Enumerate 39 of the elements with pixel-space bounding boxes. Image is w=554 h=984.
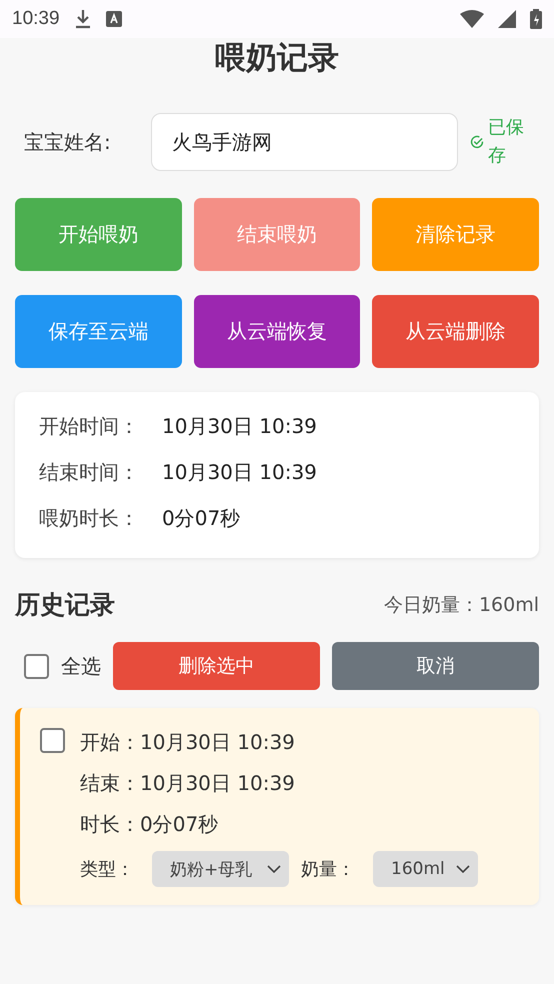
- saved-status: 已保存: [488, 116, 525, 168]
- type-label: 类型：: [80, 858, 135, 881]
- keyboard-icon: [106, 11, 122, 27]
- delete-selected-button[interactable]: 删除选中: [113, 642, 320, 690]
- caret-icon: [456, 865, 470, 873]
- info-value: 10月30日 10:39: [162, 413, 317, 440]
- status-time: 10:39: [12, 8, 60, 30]
- action-button[interactable]: 结束喂奶: [194, 198, 360, 271]
- download-icon: [74, 9, 92, 29]
- record-start: 开始：10月30日 10:39: [80, 729, 296, 756]
- info-label: 开始时间：: [39, 413, 140, 440]
- info-label: 结束时间：: [39, 459, 140, 486]
- action-button[interactable]: 从云端删除: [372, 295, 539, 368]
- action-button[interactable]: 清除记录: [372, 198, 539, 271]
- select-all-checkbox[interactable]: [24, 654, 49, 678]
- record-end: 结束：10月30日 10:39: [80, 770, 296, 797]
- action-button[interactable]: 从云端恢复: [194, 295, 360, 368]
- page-title: 喂奶记录: [214, 39, 340, 78]
- name-input[interactable]: 火鸟手游网: [151, 113, 458, 171]
- info-value: 10月30日 10:39: [162, 459, 317, 486]
- type-select[interactable]: 奶粉+母乳: [152, 851, 289, 887]
- select-all-label: 全选: [61, 652, 101, 680]
- action-button[interactable]: 保存至云端: [15, 295, 182, 368]
- name-label: 宝宝姓名:: [23, 128, 112, 156]
- cancel-button[interactable]: 取消: [332, 642, 539, 690]
- amount-select[interactable]: 160ml: [373, 851, 478, 887]
- amount-label: 奶量：: [301, 858, 356, 881]
- wifi-icon: [460, 10, 484, 28]
- signal-icon: [498, 10, 516, 28]
- daily-total: 今日奶量：160ml: [384, 592, 539, 618]
- check-circle-icon: [470, 133, 484, 151]
- info-label: 喂奶时长：: [39, 505, 140, 532]
- info-value: 0分07秒: [162, 505, 240, 532]
- caret-icon: [267, 865, 281, 873]
- history-title: 历史记录: [15, 589, 115, 621]
- action-button[interactable]: 开始喂奶: [15, 198, 182, 271]
- battery-icon: [530, 9, 542, 29]
- record-checkbox[interactable]: [40, 728, 65, 753]
- record-duration: 时长：0分07秒: [80, 811, 220, 838]
